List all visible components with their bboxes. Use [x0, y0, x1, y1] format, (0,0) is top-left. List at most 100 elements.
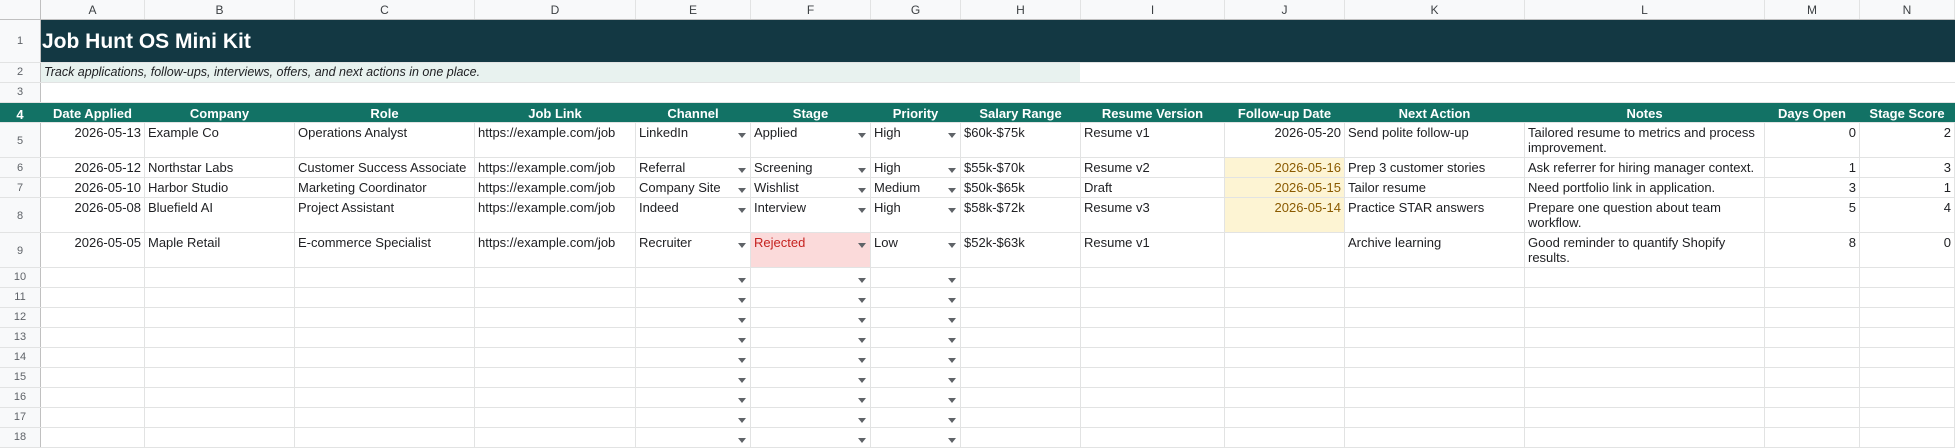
empty-cell[interactable] [1225, 328, 1345, 347]
empty-cell[interactable] [961, 408, 1081, 427]
empty-cell[interactable] [41, 348, 145, 367]
empty-cell[interactable] [1765, 368, 1860, 387]
empty-cell[interactable] [1080, 63, 1955, 82]
priority-dropdown[interactable]: High [871, 158, 961, 177]
sheet-subtitle[interactable]: Track applications, follow-ups, intervie… [41, 63, 1080, 82]
col-header-f[interactable]: F [751, 0, 871, 19]
row-header[interactable]: 8 [0, 198, 41, 232]
empty-cell[interactable] [961, 288, 1081, 307]
empty-cell[interactable] [295, 308, 475, 327]
empty-cell[interactable] [1525, 348, 1765, 367]
row-header[interactable]: 1 [0, 20, 41, 62]
empty-cell[interactable] [41, 288, 145, 307]
dropdown-cell[interactable] [636, 408, 751, 427]
empty-cell[interactable] [475, 368, 636, 387]
empty-cell[interactable] [1860, 408, 1955, 427]
empty-cell[interactable] [1860, 308, 1955, 327]
row-header[interactable]: 15 [0, 368, 41, 387]
stage-score-cell[interactable]: 3 [1860, 158, 1955, 177]
stage-score-cell[interactable]: 4 [1860, 198, 1955, 232]
empty-cell[interactable] [1765, 388, 1860, 407]
empty-cell[interactable] [145, 388, 295, 407]
dropdown-cell[interactable] [636, 388, 751, 407]
empty-cell[interactable] [1525, 388, 1765, 407]
header-stage-score[interactable]: Stage Score [1860, 103, 1955, 122]
col-header-k[interactable]: K [1345, 0, 1525, 19]
dropdown-cell[interactable] [871, 368, 961, 387]
salary-cell[interactable]: $55k-$70k [961, 158, 1081, 177]
resume-cell[interactable]: Resume v1 [1081, 233, 1225, 267]
empty-cell[interactable] [1765, 348, 1860, 367]
empty-cell[interactable] [1765, 428, 1860, 447]
col-header-m[interactable]: M [1765, 0, 1860, 19]
empty-cell[interactable] [41, 388, 145, 407]
days-open-cell[interactable]: 1 [1765, 158, 1860, 177]
row-header[interactable]: 13 [0, 328, 41, 347]
dropdown-cell[interactable] [871, 408, 961, 427]
empty-cell[interactable] [145, 428, 295, 447]
stage-dropdown[interactable]: Screening [751, 158, 871, 177]
dropdown-cell[interactable] [636, 428, 751, 447]
empty-cell[interactable] [961, 428, 1081, 447]
empty-cell[interactable] [1860, 348, 1955, 367]
empty-cell[interactable] [145, 328, 295, 347]
empty-cell[interactable] [41, 328, 145, 347]
dropdown-cell[interactable] [871, 388, 961, 407]
resume-cell[interactable]: Resume v2 [1081, 158, 1225, 177]
empty-cell[interactable] [1081, 368, 1225, 387]
header-resume-version[interactable]: Resume Version [1081, 103, 1225, 122]
empty-cell[interactable] [475, 408, 636, 427]
empty-cell[interactable] [1345, 368, 1525, 387]
followup-cell[interactable]: 2026-05-15 [1225, 178, 1345, 197]
empty-cell[interactable] [961, 308, 1081, 327]
col-header-h[interactable]: H [961, 0, 1081, 19]
empty-cell[interactable] [1860, 328, 1955, 347]
company-cell[interactable]: Maple Retail [145, 233, 295, 267]
channel-dropdown[interactable]: Recruiter [636, 233, 751, 267]
channel-dropdown[interactable]: Referral [636, 158, 751, 177]
row-header[interactable]: 12 [0, 308, 41, 327]
empty-cell[interactable] [1345, 328, 1525, 347]
empty-cell[interactable] [1345, 268, 1525, 287]
empty-cell[interactable] [41, 408, 145, 427]
notes-cell[interactable]: Prepare one question about team workflow… [1525, 198, 1765, 232]
company-cell[interactable]: Example Co [145, 123, 295, 157]
company-cell[interactable]: Bluefield AI [145, 198, 295, 232]
followup-cell[interactable] [1225, 233, 1345, 267]
dropdown-cell[interactable] [751, 288, 871, 307]
header-stage[interactable]: Stage [751, 103, 871, 122]
col-header-c[interactable]: C [295, 0, 475, 19]
empty-cell[interactable] [1225, 268, 1345, 287]
empty-cell[interactable] [475, 328, 636, 347]
date-applied-cell[interactable]: 2026-05-10 [41, 178, 145, 197]
row-header[interactable]: 9 [0, 233, 41, 267]
empty-cell[interactable] [1081, 348, 1225, 367]
next-action-cell[interactable]: Archive learning [1345, 233, 1525, 267]
col-header-i[interactable]: I [1081, 0, 1225, 19]
channel-dropdown[interactable]: Company Site [636, 178, 751, 197]
empty-cell[interactable] [41, 368, 145, 387]
dropdown-cell[interactable] [751, 428, 871, 447]
empty-cell[interactable] [1525, 308, 1765, 327]
empty-cell[interactable] [1345, 288, 1525, 307]
job-link-cell[interactable]: https://example.com/job [475, 198, 636, 232]
header-channel[interactable]: Channel [636, 103, 751, 122]
header-company[interactable]: Company [145, 103, 295, 122]
empty-cell[interactable] [475, 268, 636, 287]
header-notes[interactable]: Notes [1525, 103, 1765, 122]
days-open-cell[interactable]: 0 [1765, 123, 1860, 157]
job-link-cell[interactable]: https://example.com/job [475, 178, 636, 197]
resume-cell[interactable]: Resume v3 [1081, 198, 1225, 232]
header-role[interactable]: Role [295, 103, 475, 122]
empty-cell[interactable] [145, 268, 295, 287]
row-header[interactable]: 10 [0, 268, 41, 287]
header-priority[interactable]: Priority [871, 103, 961, 122]
dropdown-cell[interactable] [871, 288, 961, 307]
empty-cell[interactable] [1525, 328, 1765, 347]
date-applied-cell[interactable]: 2026-05-05 [41, 233, 145, 267]
dropdown-cell[interactable] [636, 348, 751, 367]
dropdown-cell[interactable] [751, 328, 871, 347]
row-header[interactable]: 2 [0, 63, 41, 82]
empty-cell[interactable] [1225, 408, 1345, 427]
dropdown-cell[interactable] [751, 368, 871, 387]
